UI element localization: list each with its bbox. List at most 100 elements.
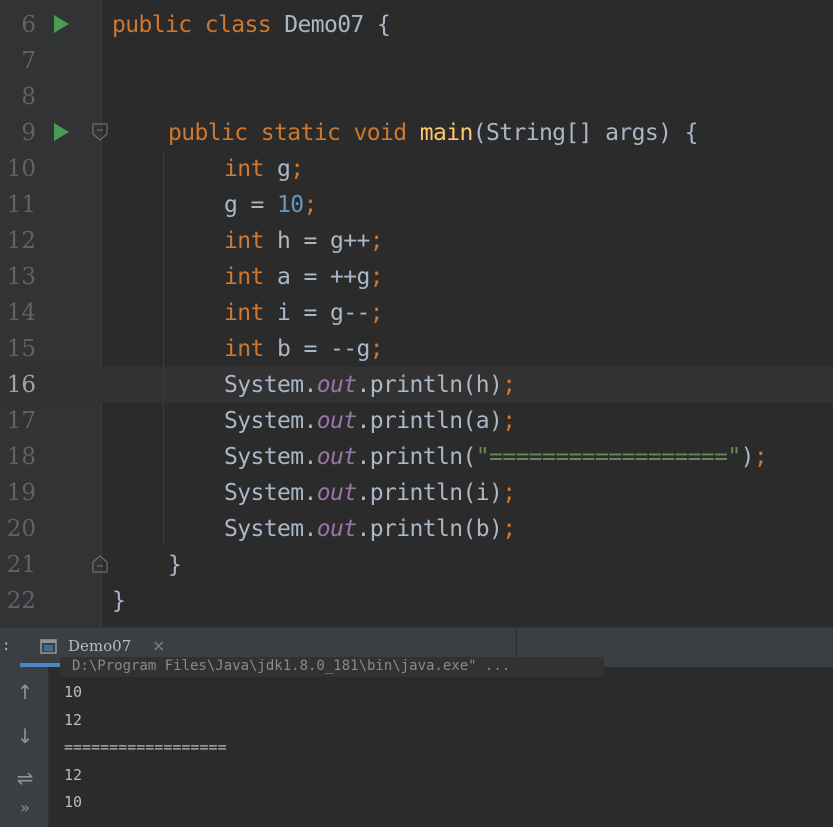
code-text: public static void main(String[] args) { [168,115,699,151]
code-line[interactable]: 11 g = 10; [0,187,833,223]
line-number: 18 [6,444,36,470]
arrow-up-icon[interactable]: ↑ [12,679,38,705]
code-line[interactable]: 22} [0,583,833,619]
code-line[interactable]: 13 int a = ++g; [0,259,833,295]
code-token: .println(b) [356,516,503,542]
code-token: .println(i) [356,480,503,506]
code-token: ; [502,372,516,398]
code-line[interactable]: 16 System.out.println(h); [0,367,833,403]
code-token: int [224,300,277,326]
code-token: ; [303,192,318,218]
code-line[interactable]: 20 System.out.println(b); [0,511,833,547]
console-output[interactable]: ↑ ↓ ⇌ » D:\Program Files\Java\jdk1.8.0_181\… [0,657,833,827]
code-line[interactable]: 17 System.out.println(a); [0,403,833,439]
code-token: "==================" [475,444,742,470]
code-token: out [316,408,357,434]
code-text: int a = ++g; [224,259,384,295]
console-icon [40,639,57,654]
code-token: int [224,264,277,290]
code-token: 10 [277,192,304,218]
code-text: public class Demo07 { [112,7,391,43]
code-token: System. [224,408,317,434]
soft-wrap-icon[interactable]: ⇌ [12,765,38,791]
code-editor[interactable]: 6 public class Demo07 { 7 8 9 public static v… [0,0,833,627]
code-token: (String[] args) { [472,120,699,146]
line-number: 14 [6,300,36,326]
code-token: ; [753,444,768,470]
code-token: System. [224,444,317,470]
code-token: public static void [168,120,420,146]
code-token: } [112,588,126,614]
line-number: 11 [6,192,36,218]
line-number: 9 [21,120,36,146]
code-token: .println(a) [356,408,503,434]
line-number: 20 [6,516,36,542]
line-number: 17 [6,408,36,434]
code-token: out [316,372,357,398]
code-token: g [277,156,291,182]
code-token: b = --g [277,336,370,362]
line-number: 21 [6,552,36,578]
arrow-down-icon[interactable]: ↓ [12,723,38,749]
code-line[interactable]: 14 int i = g--; [0,295,833,331]
tab-label: Demo07 [68,637,132,655]
fold-collapse-icon[interactable] [92,123,108,141]
line-number: 19 [6,480,36,506]
line-number: 16 [6,372,36,398]
run-gutter-icon[interactable] [54,123,69,141]
more-tools-icon[interactable]: » [12,795,38,821]
code-token: h = g++ [277,228,370,254]
code-token: public class [112,12,285,38]
code-line[interactable]: 12 int h = g++; [0,223,833,259]
code-line[interactable]: 19 System.out.println(i); [0,475,833,511]
close-icon[interactable]: × [152,636,165,655]
code-line[interactable]: 10 int g; [0,151,833,187]
indent-guide [163,152,164,546]
line-number: 15 [6,336,36,362]
code-token: System. [224,372,317,398]
code-token: int [224,156,277,182]
tool-window-title: : [2,638,11,654]
output-line: 12 [64,710,83,729]
code-token: ; [369,336,384,362]
fold-end-icon[interactable] [92,555,108,573]
output-line: 12 [64,765,83,784]
code-line[interactable]: 18 System.out.println("==================… [0,439,833,475]
code-text: System.out.println(i); [224,475,516,511]
code-token: ; [502,408,516,434]
code-line[interactable]: 8 [0,79,833,115]
code-token: .println( [356,444,476,470]
code-token: out [316,516,357,542]
code-token: ; [369,228,384,254]
code-text: } [168,547,182,583]
line-number: 12 [6,228,36,254]
code-token: int [224,336,277,362]
output-line: 10 [64,683,83,701]
run-gutter-icon[interactable] [54,15,69,33]
code-line[interactable]: 7 [0,43,833,79]
command-line-text: D:\Program Files\Java\jdk1.8.0_181\bin\j… [60,657,604,677]
line-number: 13 [6,264,36,290]
code-line[interactable]: 15 int b = --g; [0,331,833,367]
code-line[interactable]: 21} [0,547,833,583]
code-token: Demo07 { [284,12,391,38]
code-text: int b = --g; [224,331,384,367]
output-line: ================== [64,738,227,756]
code-token: ; [369,300,384,326]
code-token: out [316,444,357,470]
console-toolbar: ↑ ↓ ⇌ » [0,667,49,827]
code-text: System.out.println(b); [224,511,516,547]
code-token: g = [224,192,277,218]
code-text: int i = g--; [224,295,384,331]
code-token: } [168,552,182,578]
code-token: a = ++g [277,264,370,290]
code-token: .println(h) [356,372,503,398]
code-line[interactable]: 9 public static void main(String[] args) … [0,115,833,151]
code-line[interactable]: 6 public class Demo07 { [0,7,833,43]
code-text: System.out.println("==================")… [224,439,768,475]
code-text: g = 10; [224,187,317,223]
line-number: 7 [21,48,36,74]
code-token: main [419,120,474,146]
code-token: ; [502,480,516,506]
code-token: ; [502,516,516,542]
